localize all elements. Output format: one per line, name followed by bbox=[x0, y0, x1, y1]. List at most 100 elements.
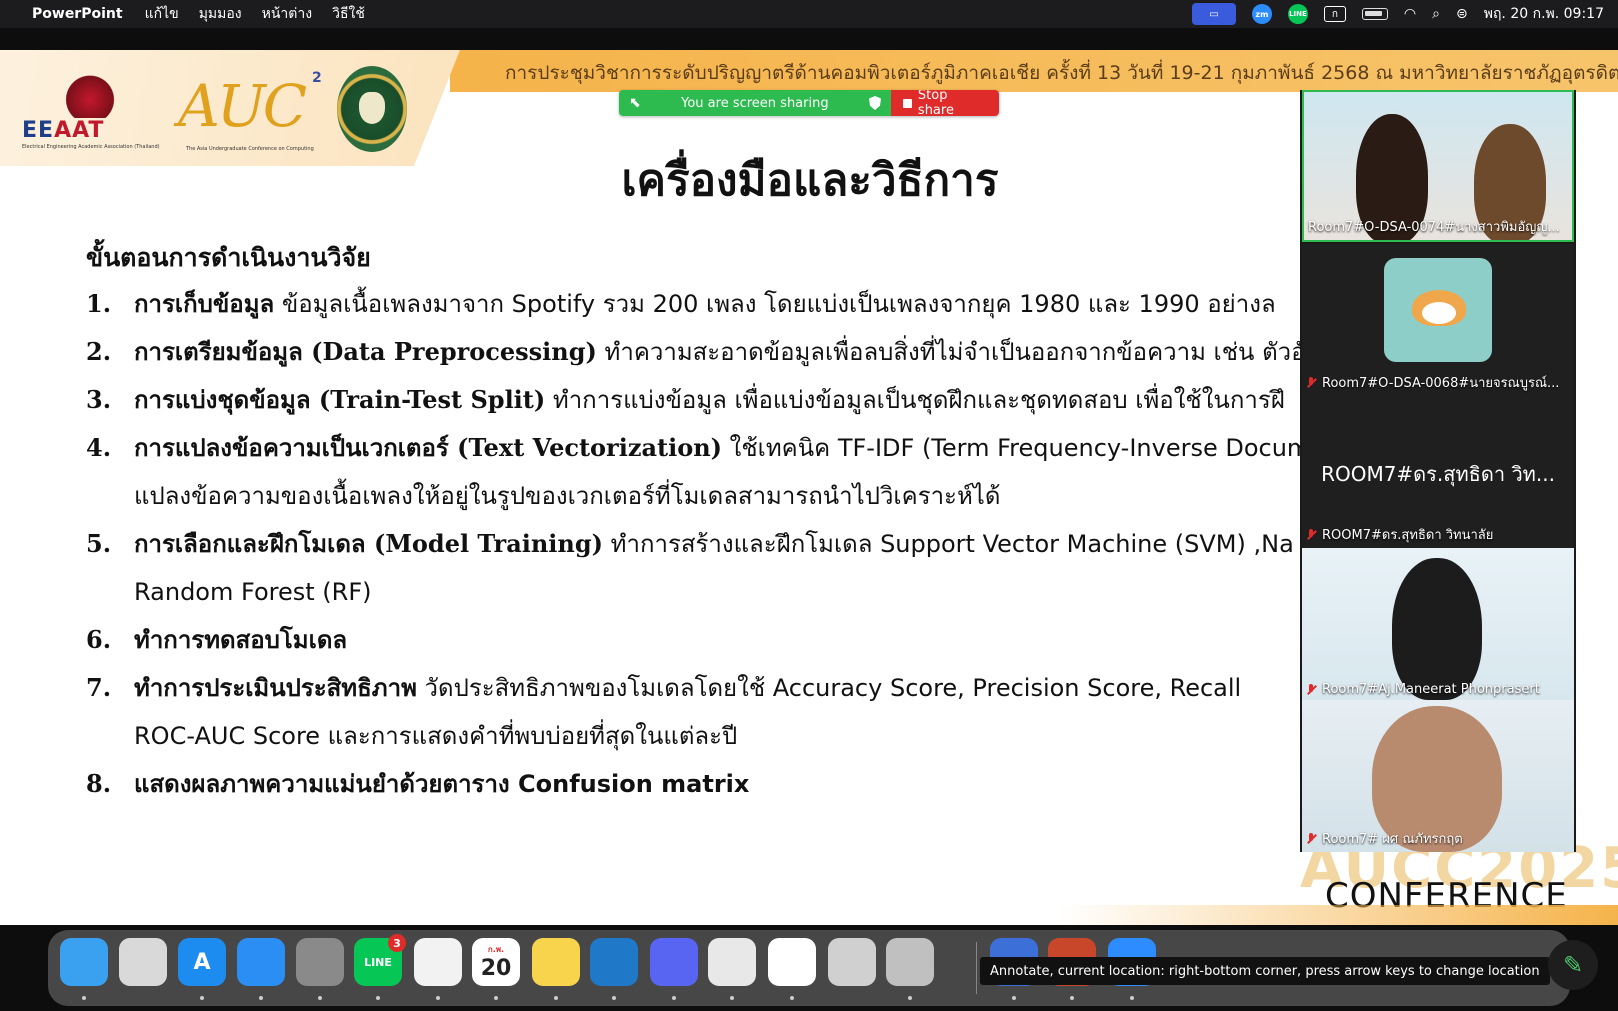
section-heading: ขั้นตอนการดำเนินงานวิจัย bbox=[86, 243, 371, 272]
zoom-menu-icon[interactable]: zm bbox=[1251, 4, 1272, 24]
screen-share-bar: ⬉ You are screen sharing Stop share bbox=[619, 90, 999, 116]
screen: PowerPoint แก้ไข มุมมอง หน้าต่าง วิธีใช้… bbox=[0, 0, 1618, 1011]
step-title-en: (Train-Test Split) bbox=[310, 385, 546, 414]
running-indicator bbox=[436, 996, 440, 1000]
running-indicator bbox=[554, 996, 558, 1000]
line-menu-icon[interactable]: LINE bbox=[1287, 4, 1308, 24]
menu-view[interactable]: มุมมอง bbox=[199, 3, 242, 25]
step-title: การเตรียมข้อมูล bbox=[134, 338, 303, 366]
participant-avatar bbox=[1384, 258, 1492, 362]
running-indicator bbox=[672, 996, 676, 1000]
menu-bar-status-area: ▭ zm LINE ก ◠ ⌕ ⊜ พฤ. 20 ก.พ. 09:17 bbox=[1191, 3, 1604, 25]
menu-edit[interactable]: แก้ไข bbox=[145, 3, 179, 25]
participant-tile[interactable]: Room7#Aj.Maneerat Phonprasert bbox=[1302, 548, 1574, 700]
stop-share-button[interactable]: Stop share bbox=[891, 90, 999, 116]
slide-title: เครื่องมือและวิธีการ bbox=[621, 155, 999, 206]
battery-icon[interactable] bbox=[1361, 8, 1388, 20]
step-number: 3. bbox=[86, 385, 112, 414]
chrome-icon[interactable] bbox=[708, 938, 756, 986]
app-name-menu[interactable]: PowerPoint bbox=[32, 6, 123, 22]
step-number: 6. bbox=[86, 625, 112, 654]
step-text-continued: แปลงข้อความของเนื้อเพลงให้อยู่ในรูปของเว… bbox=[134, 482, 1001, 510]
step-number: 1. bbox=[86, 289, 112, 318]
participant-tile[interactable]: ROOM7#ดร.สุทธิดา วิท... ROOM7#ดร.สุทธิดา… bbox=[1302, 396, 1574, 548]
running-indicator bbox=[376, 996, 380, 1000]
step-title-en: (Data Preprocessing) bbox=[302, 337, 597, 366]
step-text: ทำการแบ่งข้อมูล เพื่อแบ่งข้อมูลเป็นชุดฝึ… bbox=[545, 386, 1285, 414]
running-indicator bbox=[494, 996, 498, 1000]
shield-icon bbox=[869, 96, 881, 110]
annotate-pencil-icon[interactable]: ✎ bbox=[1548, 940, 1598, 990]
step-title: การเลือกและฝึกโมเดล bbox=[134, 530, 366, 558]
cat-avatar-icon bbox=[1412, 290, 1466, 326]
eeaat-logo: EEAAT Electrical Engineering Academic As… bbox=[22, 72, 164, 152]
participant-tile[interactable]: Room7# ผศ ณภัทรกฤต bbox=[1302, 700, 1574, 852]
menu-help[interactable]: วิธีใช้ bbox=[332, 3, 365, 25]
step-text: ใช้เทคนิค TF-IDF (Term Frequency-Inverse… bbox=[722, 434, 1311, 462]
wifi-icon[interactable]: ◠ bbox=[1404, 6, 1416, 22]
step-text: วัดประสิทธิภาพของโมเดลโดยใช้ Accuracy Sc… bbox=[416, 674, 1242, 702]
aucc-logo-text: AUC bbox=[178, 72, 307, 140]
system-settings-icon[interactable] bbox=[296, 938, 344, 986]
menu-window[interactable]: หน้าต่าง bbox=[262, 3, 312, 25]
dock-icon-label: LINE bbox=[364, 955, 392, 969]
menu-clock[interactable]: พฤ. 20 ก.พ. 09:17 bbox=[1484, 3, 1604, 25]
calendar-icon[interactable]: ก.พ. 20 bbox=[472, 938, 520, 986]
running-indicator bbox=[259, 996, 263, 1000]
running-indicator bbox=[730, 996, 734, 1000]
aucc-logo: AUC 2 The Asia Undergraduate Conference … bbox=[172, 66, 322, 152]
running-indicator bbox=[612, 996, 616, 1000]
eeaat-accent: AAT bbox=[54, 118, 105, 143]
photos-icon[interactable] bbox=[414, 938, 462, 986]
running-indicator bbox=[790, 996, 794, 1000]
step-title: แสดงผลภาพความแม่นยำด้วยตาราง Confusion m… bbox=[134, 770, 750, 798]
annotate-tooltip: Annotate, current location: right-bottom… bbox=[980, 957, 1550, 985]
running-indicator bbox=[1070, 996, 1074, 1000]
step-title-en: (Model Training) bbox=[365, 529, 604, 558]
running-indicator bbox=[200, 996, 204, 1000]
spotlight-search-icon[interactable]: ⌕ bbox=[1432, 6, 1440, 22]
step-item: 7. ทำการประเมินประสิทธิภาพ วัดประสิทธิภา… bbox=[86, 664, 1306, 760]
vscode-icon[interactable] bbox=[590, 938, 638, 986]
conference-banner-text: การประชุมวิชาการระดับปริญญาตรีด้านคอมพิว… bbox=[505, 62, 1618, 84]
calendar-day: 20 bbox=[480, 956, 512, 981]
running-indicator bbox=[1012, 996, 1016, 1000]
step-title: การแบ่งชุดข้อมูล bbox=[134, 386, 311, 414]
app-store-icon[interactable]: A bbox=[178, 938, 226, 986]
step-title: การแปลงข้อความเป็นเวกเตอร์ bbox=[134, 434, 449, 462]
stop-icon bbox=[903, 98, 912, 108]
step-item: 5. การเลือกและฝึกโมเดล (Model Training) … bbox=[86, 520, 1306, 616]
participant-name: ROOM7#ดร.สุทธิดา วิทนาลัย bbox=[1322, 528, 1494, 543]
safari-icon[interactable] bbox=[237, 938, 285, 986]
chatgpt-icon[interactable] bbox=[768, 938, 816, 986]
control-center-icon[interactable]: ⊜ bbox=[1456, 6, 1468, 22]
step-title: ทำการประเมินประสิทธิภาพ bbox=[134, 674, 417, 702]
running-indicator bbox=[908, 996, 912, 1000]
input-source-icon[interactable]: ก bbox=[1323, 6, 1346, 22]
step-title: ทำการทดสอบโมเดล bbox=[134, 626, 348, 654]
screen-share-status-icon[interactable]: ▭ bbox=[1191, 3, 1236, 25]
line-app-icon[interactable]: LINE 3 bbox=[354, 934, 406, 986]
participant-name: Room7# ผศ ณภัทรกฤต bbox=[1322, 832, 1463, 847]
roblox-icon[interactable] bbox=[828, 938, 876, 986]
aucc-logo-subtitle: The Asia Undergraduate Conference on Com… bbox=[186, 146, 314, 152]
participant-tile[interactable]: Room7#O-DSA-0068#นายจรณบูรณ์... bbox=[1302, 244, 1574, 396]
dock-icon-label: A bbox=[193, 949, 211, 975]
step-number: 8. bbox=[86, 769, 112, 798]
participant-video bbox=[1392, 558, 1482, 700]
discord-icon[interactable] bbox=[650, 938, 698, 986]
step-item: 4. การแปลงข้อความเป็นเวกเตอร์ (Text Vect… bbox=[86, 424, 1310, 520]
notes-icon[interactable] bbox=[532, 938, 580, 986]
screen-sharing-indicator[interactable]: ⬉ You are screen sharing bbox=[619, 90, 891, 116]
step-text: ทำความสะอาดข้อมูลเพื่อลบสิ่งที่ไม่จำเป็น… bbox=[596, 338, 1321, 366]
step-text-continued: Random Forest (RF) bbox=[134, 578, 372, 606]
step-item: 3. การแบ่งชุดข้อมูล (Train-Test Split) ท… bbox=[86, 376, 1306, 424]
participant-tile[interactable]: Room7#O-DSA-0074#นางสาวพิมอัญญู... bbox=[1302, 90, 1574, 242]
calendar-month: ก.พ. bbox=[487, 945, 505, 954]
iphone-mirroring-icon[interactable] bbox=[886, 938, 934, 986]
running-indicator bbox=[1130, 996, 1134, 1000]
step-number: 5. bbox=[86, 529, 112, 558]
finder-icon[interactable] bbox=[60, 938, 108, 986]
launchpad-icon[interactable] bbox=[119, 938, 167, 986]
step-number: 4. bbox=[86, 433, 112, 462]
